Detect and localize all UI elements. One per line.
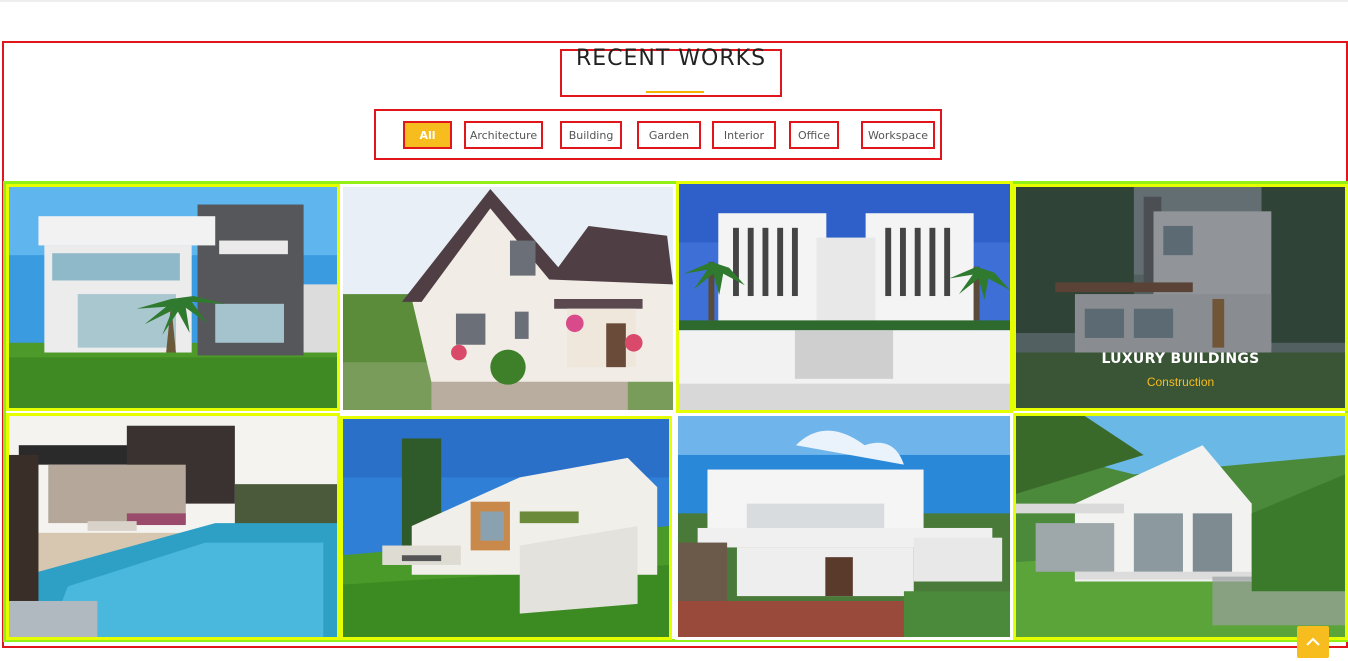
filter-all-button[interactable]: All xyxy=(403,121,452,149)
house-photo-3 xyxy=(679,184,1010,410)
portfolio-item-4-featured[interactable]: LUXURY BUILDINGS Construction xyxy=(1013,184,1348,411)
filter-workspace-button[interactable]: Workspace xyxy=(861,121,935,149)
featured-category[interactable]: Construction xyxy=(1016,375,1345,389)
house-photo-8 xyxy=(1016,416,1345,637)
portfolio-item-7[interactable] xyxy=(675,413,1013,640)
house-photo-6 xyxy=(343,419,669,637)
portfolio-item-5[interactable] xyxy=(6,413,340,640)
filter-interior-button[interactable]: Interior xyxy=(712,121,776,149)
scroll-to-top-button[interactable] xyxy=(1297,626,1329,658)
chevron-up-icon xyxy=(1306,637,1320,646)
title-underline xyxy=(646,91,704,93)
house-photo-2 xyxy=(343,187,673,410)
house-photo-1 xyxy=(9,187,337,408)
section-title: RECENT WORKS xyxy=(575,46,767,71)
filter-architecture-button[interactable]: Architecture xyxy=(464,121,543,149)
filter-garden-button[interactable]: Garden xyxy=(637,121,701,149)
house-photo-7 xyxy=(678,416,1010,637)
house-photo-5 xyxy=(9,416,337,637)
portfolio-item-6[interactable] xyxy=(340,416,672,640)
portfolio-item-2[interactable] xyxy=(340,184,676,413)
filter-office-button[interactable]: Office xyxy=(789,121,839,149)
section-heading-box: RECENT WORKS xyxy=(560,46,782,97)
portfolio-item-1[interactable] xyxy=(6,184,340,411)
top-divider xyxy=(0,0,1348,2)
portfolio-item-8[interactable] xyxy=(1013,413,1348,640)
filter-building-button[interactable]: Building xyxy=(560,121,622,149)
portfolio-item-3[interactable] xyxy=(676,181,1013,413)
featured-title: LUXURY BUILDINGS xyxy=(1101,351,1260,367)
